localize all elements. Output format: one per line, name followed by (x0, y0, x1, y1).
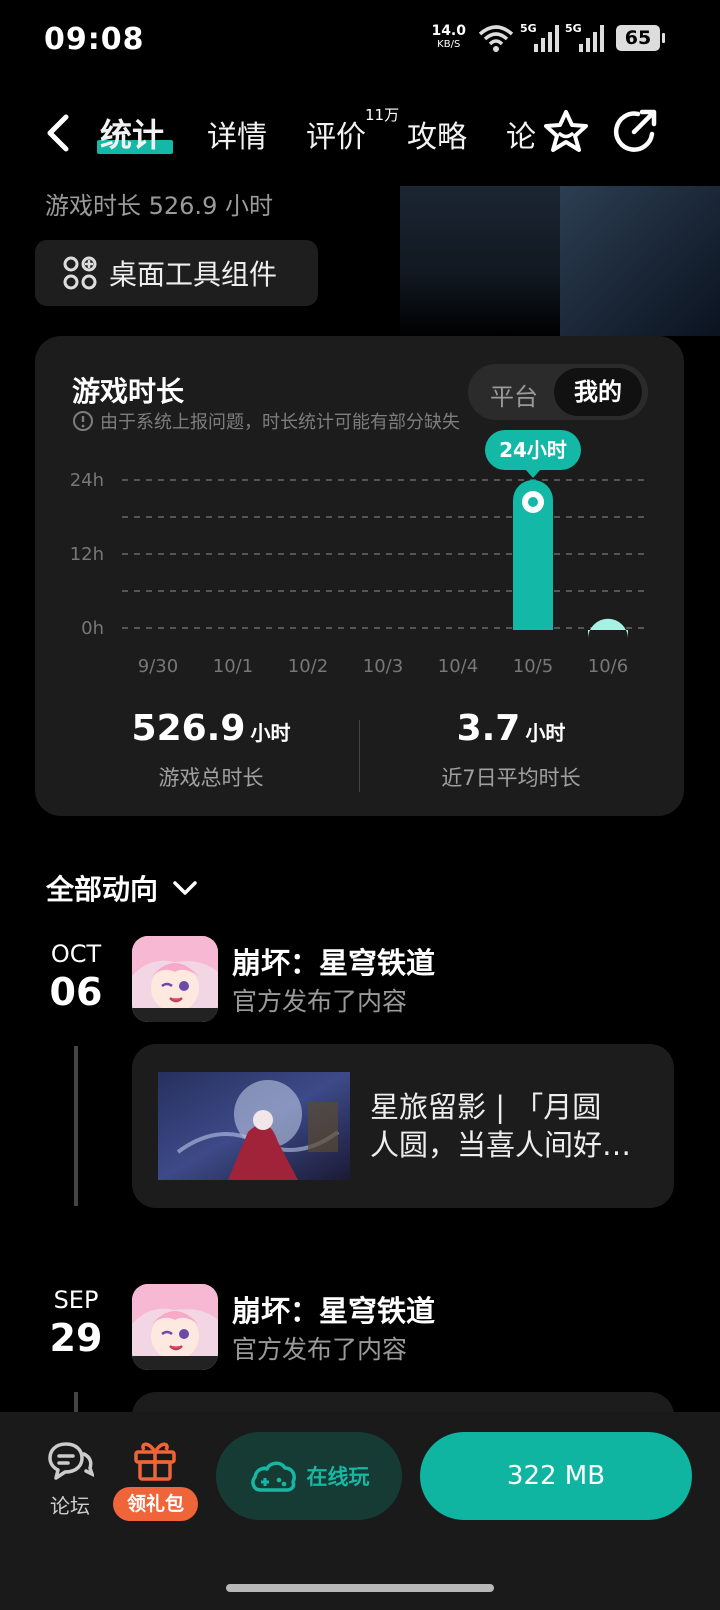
publisher-name[interactable]: 崩坏：星穹铁道 (232, 940, 435, 982)
download-button[interactable]: 322 MB (420, 1432, 692, 1520)
avg-playtime-label: 近7日平均时长 (441, 766, 581, 790)
back-icon[interactable] (44, 114, 72, 152)
game-avatar[interactable] (132, 1284, 218, 1370)
stats-divider (359, 720, 360, 792)
tab-details[interactable]: 详情 (207, 112, 267, 156)
chart-x-tick: 9/30 (138, 656, 178, 677)
chart-x-tick: 10/4 (438, 656, 478, 677)
net-speed: 14.0 KB/S (431, 23, 466, 50)
total-playtime-label: 游戏总时长 (158, 766, 264, 790)
forum-icon[interactable] (46, 1438, 94, 1482)
avg-playtime-value: 3.7 (456, 708, 521, 749)
home-indicator[interactable] (226, 1584, 494, 1592)
widget-grid-icon (63, 256, 97, 290)
chart-x-tick: 10/1 (213, 656, 253, 677)
post-card[interactable]: 星旅留影 | 「月圆 人圆，当喜人间好… (132, 1044, 674, 1208)
timeline-line (74, 1046, 78, 1206)
chart-bar (588, 618, 628, 639)
cloud-gamepad-icon (250, 1461, 296, 1492)
desktop-widget-label: 桌面工具组件 (109, 258, 278, 291)
tab-reviews[interactable]: 评价 (306, 112, 366, 156)
star-favorite-icon[interactable] (542, 108, 590, 154)
post-title: 星旅留影 | 「月圆 人圆，当喜人间好… (370, 1088, 660, 1164)
playtime-bar-chart: 0h 12h 24h 9/30 10/1 10/2 10/3 10/4 10/5 24小时 10/6 (70, 430, 646, 677)
chart-y-tick: 24h (70, 470, 104, 491)
review-count-badge: 11万 (365, 106, 400, 124)
claim-gift-pack-button[interactable]: 领礼包 (113, 1487, 198, 1521)
post-day: 29 (49, 1316, 103, 1360)
total-playtime-unit: 小时 (250, 721, 291, 745)
game-avatar-image (132, 936, 218, 1022)
toggle-platform[interactable]: 平台 (490, 377, 538, 412)
platform-mine-toggle[interactable]: 平台 我的 (468, 364, 648, 420)
post-title-line2: 人圆，当喜人间好… (370, 1128, 632, 1162)
playtime-summary: 游戏时长 526.9 小时 (45, 192, 273, 220)
gift-icon[interactable] (132, 1436, 178, 1482)
total-playtime: 526.9 小时 (126, 708, 296, 749)
chart-bar-marker-dot (528, 497, 538, 507)
chart-x-tick: 10/6 (588, 656, 628, 677)
chevron-down-icon (173, 881, 197, 895)
post-month: SEP (53, 1286, 99, 1314)
status-time: 09:08 (44, 22, 145, 57)
total-playtime-value: 526.9 (131, 708, 246, 749)
publisher-name[interactable]: 崩坏：星穹铁道 (232, 1288, 435, 1330)
tab-guides[interactable]: 攻略 (407, 112, 467, 156)
feed-filter[interactable]: 全部动向 (46, 868, 198, 908)
cloud-play-button[interactable]: 在线玩 (216, 1432, 402, 1520)
game-avatar-image (132, 1284, 218, 1370)
signal-icon: 5G (520, 22, 559, 52)
post-title-line1: 星旅留影 | 「月圆 (370, 1090, 602, 1124)
forum-label[interactable]: 论坛 (50, 1490, 90, 1519)
toggle-mine[interactable]: 我的 (554, 368, 642, 416)
status-icons: 14.0 KB/S 5G 5G 65 (431, 22, 665, 52)
post-thumbnail (158, 1072, 350, 1180)
signal-icon-2: 5G (565, 22, 604, 52)
publisher-action: 官方发布了内容 (232, 1335, 408, 1364)
chart-y-tick: 12h (70, 544, 104, 565)
chart-x-tick: 10/2 (288, 656, 328, 677)
chart-x-tick: 10/3 (363, 656, 403, 677)
publisher-action: 官方发布了内容 (232, 987, 408, 1016)
share-icon[interactable] (612, 108, 660, 154)
game-avatar[interactable] (132, 936, 218, 1022)
chart-x-tick: 10/5 (513, 656, 553, 677)
chart-tooltip-label: 24小时 (499, 438, 567, 462)
feed-title: 全部动向 (46, 873, 159, 906)
tab-stats[interactable]: 统计 (100, 110, 164, 156)
post-month: OCT (50, 940, 102, 968)
stats-card-title: 游戏时长 (72, 375, 185, 408)
cloud-play-label: 在线玩 (306, 1465, 370, 1489)
chart-y-tick: 0h (81, 618, 104, 639)
info-icon (73, 411, 93, 431)
avg-playtime-unit: 小时 (525, 721, 566, 745)
header-background-image-overlay (560, 186, 720, 336)
desktop-widget-button[interactable]: 桌面工具组件 (35, 240, 318, 306)
chart-tooltip-pointer (525, 469, 541, 478)
avg-playtime: 3.7 小时 (426, 708, 596, 749)
battery-icon: 65 (616, 25, 665, 51)
post-day: 06 (49, 970, 103, 1014)
tab-forum[interactable]: 论 (506, 112, 536, 156)
wifi-icon (478, 25, 514, 52)
